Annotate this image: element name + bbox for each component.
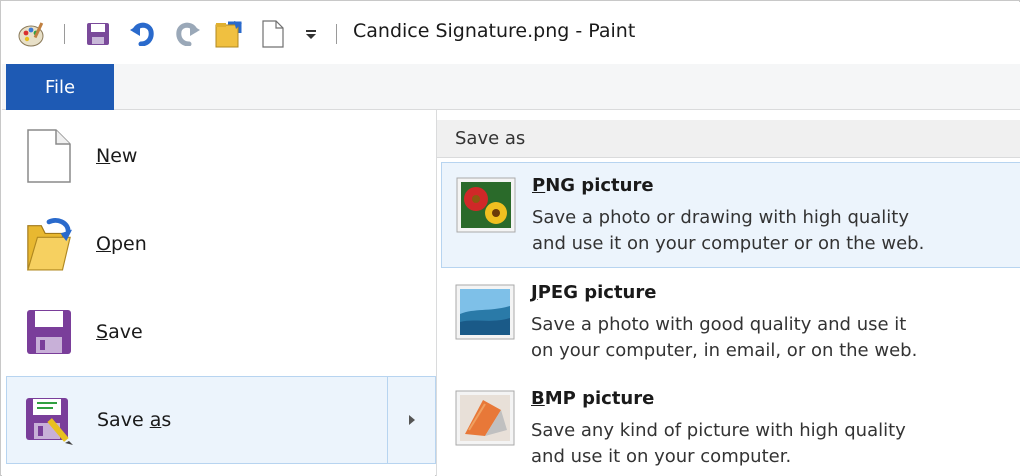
menu-item-label: Save as xyxy=(97,409,172,431)
open-folder-icon xyxy=(24,216,74,272)
submenu-item-description: Save any kind of picture with high quali… xyxy=(531,420,906,441)
menu-item-label: Open xyxy=(96,233,147,255)
submenu-header: Save as xyxy=(437,120,1020,158)
paint-window: Candice Signature.png - Paint File New O… xyxy=(0,0,1020,476)
bmp-picture-icon xyxy=(455,390,515,446)
file-menu: New Open Save Save as xyxy=(2,110,436,476)
title-bar: Candice Signature.png - Paint xyxy=(2,2,1020,64)
save-as-jpeg[interactable]: JPEG picture Save a photo with good qual… xyxy=(441,270,1020,376)
menu-item-label: Save xyxy=(96,321,143,343)
toolbar-separator xyxy=(336,24,337,44)
toolbar-separator xyxy=(64,24,65,44)
window-title: Candice Signature.png - Paint xyxy=(353,20,636,42)
save-as-bmp[interactable]: BMP picture Save any kind of picture wit… xyxy=(441,376,1020,476)
menu-item-save-as[interactable]: Save as xyxy=(6,376,436,464)
submenu-item-description: on your computer, in email, or on the we… xyxy=(531,340,918,361)
customize-dropdown-icon[interactable] xyxy=(300,24,322,44)
new-document-icon xyxy=(24,128,74,184)
file-tab[interactable]: File xyxy=(6,64,114,110)
ribbon-tab-row: File xyxy=(2,64,1020,110)
submenu-arrow-icon[interactable] xyxy=(387,377,435,463)
save-as-icon xyxy=(25,392,75,448)
undo-icon[interactable] xyxy=(128,18,158,48)
menu-item-save[interactable]: Save xyxy=(6,290,436,374)
submenu-title: Save as xyxy=(455,128,526,149)
submenu-item-description: Save a photo or drawing with high qualit… xyxy=(532,207,910,228)
menu-item-new[interactable]: New xyxy=(6,114,436,198)
submenu-item-title: JPEG picture xyxy=(531,282,657,303)
submenu-item-description: and use it on your computer. xyxy=(531,446,792,467)
save-icon xyxy=(24,304,74,360)
save-as-png[interactable]: PNG picture Save a photo or drawing with… xyxy=(441,162,1020,268)
submenu-item-description: and use it on your computer or on the we… xyxy=(532,233,925,254)
submenu-item-title: PNG picture xyxy=(532,175,654,196)
new-document-icon[interactable] xyxy=(260,18,286,50)
paint-palette-icon[interactable] xyxy=(16,18,48,50)
menu-item-label: New xyxy=(96,145,138,167)
submenu-item-description: Save a photo with good quality and use i… xyxy=(531,314,907,335)
save-icon[interactable] xyxy=(84,20,112,48)
redo-icon[interactable] xyxy=(172,18,202,48)
png-picture-icon xyxy=(456,177,516,233)
save-as-submenu: Save as PNG picture Save a photo or draw… xyxy=(437,110,1020,476)
folder-icon[interactable] xyxy=(212,18,246,50)
submenu-item-title: BMP picture xyxy=(531,388,655,409)
menu-item-open[interactable]: Open xyxy=(6,202,436,286)
jpeg-picture-icon xyxy=(455,284,515,340)
